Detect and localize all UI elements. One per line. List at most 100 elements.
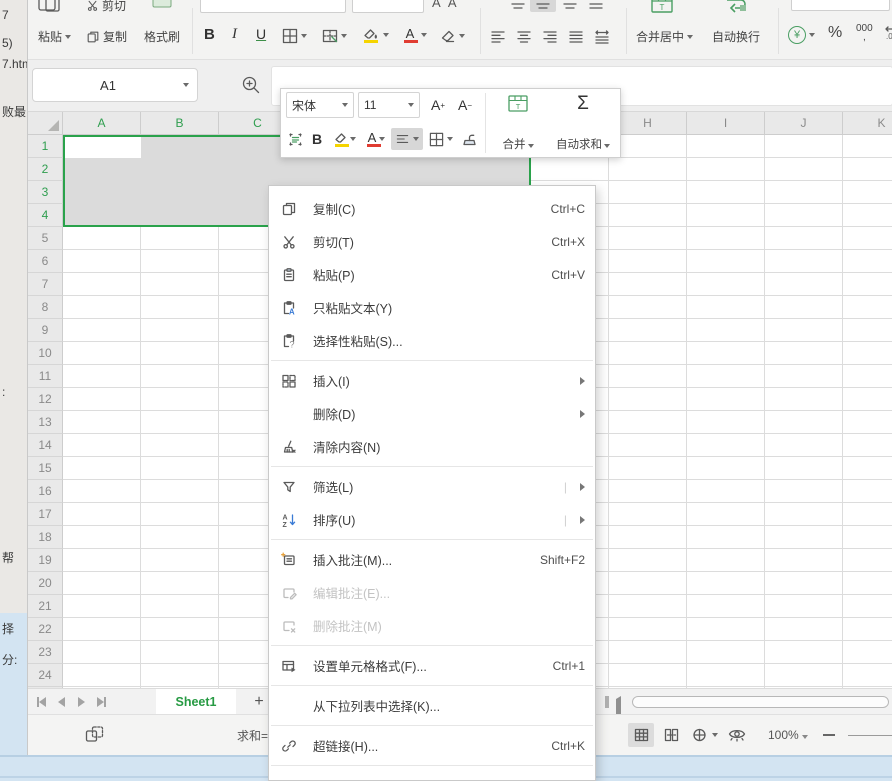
menu-item-edit-comment[interactable]: 编辑批注(E)... — [269, 576, 595, 609]
zoom-out-button[interactable] — [823, 734, 835, 736]
row-header-1[interactable]: 1 — [28, 135, 63, 158]
row-header-24[interactable]: 24 — [28, 664, 63, 687]
menu-item-delete-comment[interactable]: 删除批注(M) — [269, 609, 595, 642]
menu-item-insert-comment[interactable]: 插入批注(M)...Shift+F2 — [269, 543, 595, 576]
row-header-22[interactable]: 22 — [28, 618, 63, 641]
cut-button-partial[interactable]: 剪切 — [86, 0, 142, 12]
comma-format-button[interactable]: 000, — [856, 24, 873, 42]
mini-font-size-combo[interactable]: 11 — [358, 92, 420, 118]
select-all-corner[interactable] — [28, 112, 63, 135]
column-header-K[interactable]: K — [843, 112, 892, 135]
column-header-J[interactable]: J — [765, 112, 843, 135]
row-header-15[interactable]: 15 — [28, 457, 63, 480]
row-header-12[interactable]: 12 — [28, 388, 63, 411]
menu-item-define-name[interactable]: 定义名称(A)... — [269, 769, 595, 781]
justify-button[interactable] — [568, 30, 584, 44]
tab-splitter-handle[interactable] — [605, 696, 609, 708]
number-format-box-partial[interactable] — [791, 0, 890, 11]
font-name-box-partial[interactable] — [200, 0, 346, 13]
row-header-16[interactable]: 16 — [28, 480, 63, 503]
bold-button[interactable]: B — [204, 26, 215, 43]
mini-bold-button[interactable]: B — [308, 127, 326, 151]
paste-button[interactable]: 粘贴 — [38, 28, 71, 45]
menu-item-insert[interactable]: 插入(I) — [269, 364, 595, 397]
menu-item-clear-contents[interactable]: 清除内容(N) — [269, 430, 595, 463]
font-size-box-partial[interactable] — [352, 0, 424, 13]
menu-item-pick-from-list[interactable]: 从下拉列表中选择(K)... — [269, 689, 595, 722]
normal-view-button[interactable] — [628, 723, 654, 747]
row-header-7[interactable]: 7 — [28, 273, 63, 296]
menu-item-cut[interactable]: 剪切(T)Ctrl+X — [269, 225, 595, 258]
mini-increase-font-button[interactable]: A+ — [426, 95, 450, 115]
page-layout-view-button[interactable] — [686, 723, 722, 747]
column-header-A[interactable]: A — [63, 112, 141, 135]
menu-item-format-cells[interactable]: 设置单元格格式(F)...Ctrl+1 — [269, 649, 595, 682]
mini-autosum-button[interactable]: Σ 自动求和 — [547, 92, 619, 154]
sheet-nav-first[interactable] — [34, 695, 48, 709]
merge-center-big-icon[interactable]: T — [649, 0, 679, 16]
sheet-nav-last[interactable] — [94, 695, 108, 709]
zoom-formula-icon[interactable] — [240, 74, 262, 96]
fill-color-button[interactable] — [362, 26, 389, 44]
font-size-buttons-partial[interactable]: A A — [432, 0, 492, 13]
align-left-button[interactable] — [490, 30, 506, 44]
row-header-8[interactable]: 8 — [28, 296, 63, 319]
eye-protection-button[interactable] — [724, 723, 750, 747]
wrap-text-big-icon[interactable] — [723, 0, 751, 16]
sheet-nav-prev[interactable] — [54, 695, 68, 709]
row-header-9[interactable]: 9 — [28, 319, 63, 342]
format-painter-big-icon[interactable] — [150, 0, 176, 14]
column-header-I[interactable]: I — [687, 112, 765, 135]
mini-fill-color-button[interactable] — [329, 127, 359, 151]
row-header-3[interactable]: 3 — [28, 181, 63, 204]
mini-font-name-combo[interactable]: 宋体 — [286, 92, 354, 118]
mini-align-button[interactable] — [391, 128, 423, 150]
paste-big-icon[interactable] — [36, 0, 66, 14]
eraser-button[interactable] — [440, 28, 465, 44]
row-header-5[interactable]: 5 — [28, 227, 63, 250]
row-header-14[interactable]: 14 — [28, 434, 63, 457]
menu-item-paste-special[interactable]: ?选择性粘贴(S)... — [269, 324, 595, 357]
sheet-nav-next[interactable] — [74, 695, 88, 709]
row-header-21[interactable]: 21 — [28, 595, 63, 618]
name-box[interactable]: A1 — [32, 68, 198, 102]
row-header-18[interactable]: 18 — [28, 526, 63, 549]
row-header-6[interactable]: 6 — [28, 250, 63, 273]
copy-button[interactable]: 复制 — [86, 28, 127, 45]
page-break-view-button[interactable] — [658, 723, 684, 747]
menu-item-copy[interactable]: 复制(C)Ctrl+C — [269, 192, 595, 225]
row-header-17[interactable]: 17 — [28, 503, 63, 526]
percent-format-button[interactable]: % — [828, 24, 842, 42]
horizontal-scrollbar[interactable] — [632, 696, 889, 708]
align-right-button[interactable] — [542, 30, 558, 44]
mini-format-painter-button[interactable] — [285, 127, 305, 151]
row-header-11[interactable]: 11 — [28, 365, 63, 388]
mini-cell-style-button[interactable] — [458, 127, 480, 151]
distributed-align-button[interactable] — [594, 30, 610, 44]
mini-merge-button[interactable]: T 合并 — [491, 92, 545, 154]
zoom-level[interactable]: 100% — [768, 728, 808, 742]
currency-format-button[interactable]: ¥ — [788, 26, 815, 44]
row-header-19[interactable]: 19 — [28, 549, 63, 572]
underline-button[interactable]: U — [256, 26, 266, 42]
menu-item-sort[interactable]: AZ排序(U)| — [269, 503, 595, 536]
menu-item-filter[interactable]: 筛选(L)| — [269, 470, 595, 503]
decrease-decimal-partial[interactable]: .0 — [884, 24, 892, 46]
borders-button[interactable] — [282, 28, 307, 44]
active-cell[interactable] — [65, 137, 141, 158]
sheet-tab-sheet1[interactable]: Sheet1 — [156, 689, 236, 715]
font-color-button[interactable]: A — [402, 26, 427, 44]
mini-decrease-font-button[interactable]: A− — [453, 95, 477, 115]
menu-item-paste-text-only[interactable]: A只粘贴文本(Y) — [269, 291, 595, 324]
row-header-20[interactable]: 20 — [28, 572, 63, 595]
align-center-button[interactable] — [516, 30, 532, 44]
format-painter-button[interactable]: 格式刷 — [144, 28, 180, 45]
column-header-B[interactable]: B — [141, 112, 219, 135]
menu-item-delete[interactable]: 删除(D) — [269, 397, 595, 430]
wrap-text-button[interactable]: 自动换行 — [712, 28, 760, 45]
vertical-align-group-partial[interactable] — [506, 0, 616, 12]
menu-item-hyperlink[interactable]: 超链接(H)...Ctrl+K — [269, 729, 595, 762]
row-header-2[interactable]: 2 — [28, 158, 63, 181]
mini-borders-button[interactable] — [426, 127, 456, 151]
row-header-4[interactable]: 4 — [28, 204, 63, 227]
